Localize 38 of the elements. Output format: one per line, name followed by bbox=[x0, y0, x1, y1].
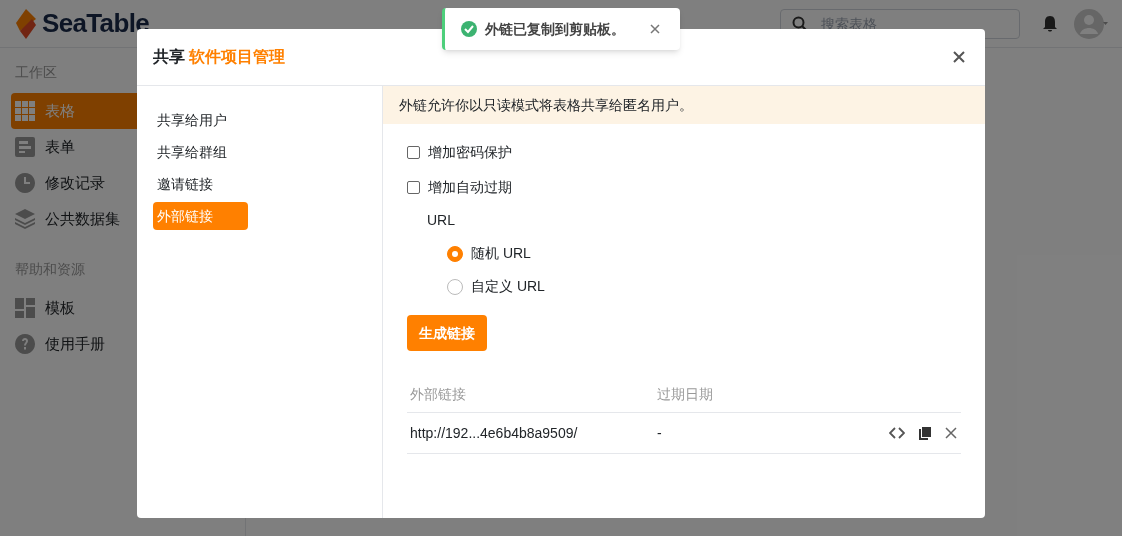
radio-button[interactable] bbox=[447, 245, 463, 262]
delete-icon[interactable] bbox=[945, 427, 957, 439]
logo-icon bbox=[14, 8, 38, 39]
code-icon[interactable] bbox=[889, 427, 905, 439]
tiles-icon bbox=[15, 298, 35, 318]
logo-text: SeaTable bbox=[42, 7, 150, 40]
nav-tab[interactable]: 共享给群组 bbox=[153, 138, 248, 166]
checkbox[interactable] bbox=[407, 146, 420, 159]
close-icon[interactable] bbox=[953, 51, 965, 63]
nav-tab[interactable]: 邀请链接 bbox=[153, 170, 248, 198]
notice-banner: 外链允许你以只读模式将表格共享给匿名用户。 bbox=[383, 86, 985, 124]
check-icon bbox=[461, 21, 477, 37]
sidebar-item[interactable]: 使用手册 bbox=[11, 326, 234, 362]
layers-icon bbox=[15, 209, 35, 229]
radio-label: 随机 URL bbox=[471, 244, 531, 263]
search-icon bbox=[792, 15, 808, 32]
nav-tab[interactable]: 外部链接 bbox=[153, 202, 248, 230]
bell-icon[interactable] bbox=[1042, 14, 1058, 33]
copy-icon[interactable] bbox=[919, 426, 931, 440]
radio-label: 自定义 URL bbox=[471, 277, 545, 296]
checkbox-label: 增加自动过期 bbox=[428, 178, 512, 197]
sidebar-item[interactable]: 模板 bbox=[11, 290, 234, 326]
url-label: URL bbox=[427, 211, 456, 230]
radio-button[interactable] bbox=[447, 278, 463, 295]
generate-link-button[interactable]: 生成链接 bbox=[407, 315, 487, 351]
expiry-cell: - bbox=[657, 424, 662, 441]
dialog-title: 共享 软件项目管理 bbox=[153, 47, 286, 67]
form-icon bbox=[15, 137, 35, 157]
column-header: 过期日期 bbox=[657, 386, 713, 402]
close-icon[interactable] bbox=[650, 24, 660, 34]
checkbox[interactable] bbox=[407, 181, 420, 194]
column-header: 外部链接 bbox=[410, 386, 466, 402]
toast-message: 外链已复制到剪贴板。 bbox=[485, 19, 625, 39]
checkbox-label: 增加密码保护 bbox=[428, 143, 512, 162]
grid-icon bbox=[15, 101, 35, 121]
clock-icon bbox=[15, 173, 35, 193]
help-icon bbox=[15, 334, 35, 354]
link-cell: http://192...4e6b4b8a9509/ bbox=[410, 424, 578, 441]
